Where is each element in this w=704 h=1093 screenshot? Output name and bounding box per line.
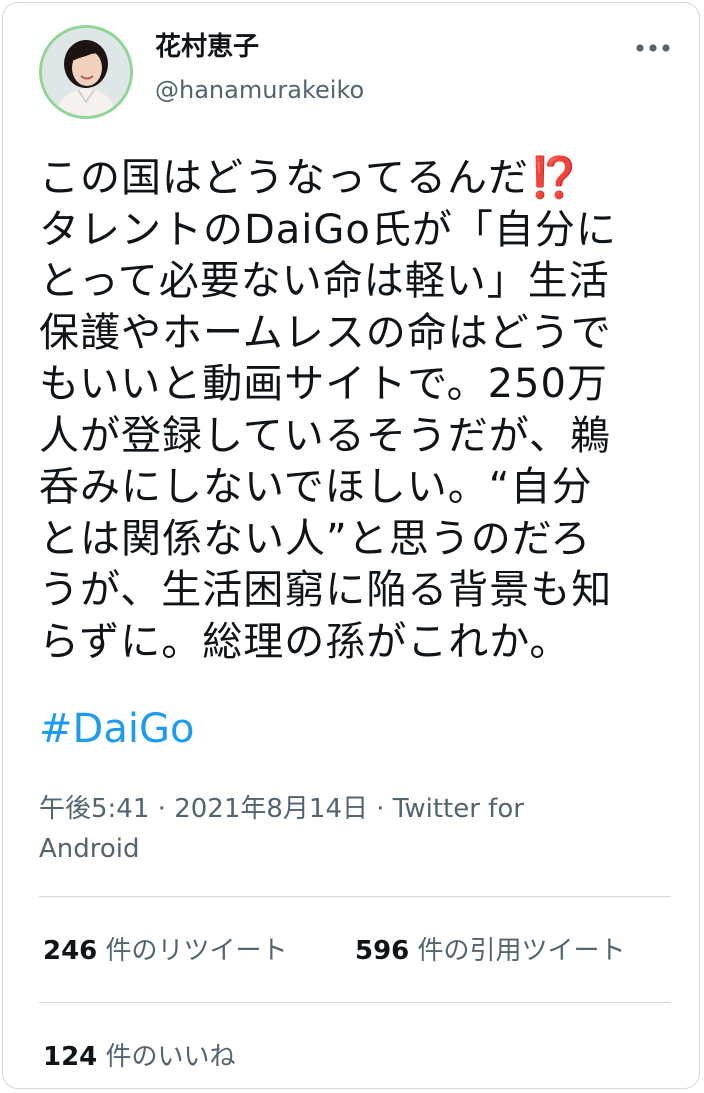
likes-label: 件のいいね: [97, 1042, 236, 1072]
tweet-time[interactable]: 午後5:41: [39, 794, 149, 824]
tweet-date[interactable]: 2021年8月14日: [174, 794, 368, 824]
tweet-line: もいいと動画サイトで。250万: [39, 361, 608, 407]
tweet-line: 呑みにしないでほしい。“自分: [39, 464, 593, 510]
user-handle[interactable]: @hanamurakeiko: [155, 73, 364, 107]
meta-separator: ·: [149, 794, 175, 824]
tweet-line: とは関係ない人”と思うのだろ: [39, 515, 592, 562]
tweet-line: 人が登録しているそうだが、鵜: [39, 412, 611, 459]
quotes-stat[interactable]: 596 件の引用ツイート: [355, 933, 626, 969]
display-name[interactable]: 花村恵子: [155, 29, 259, 65]
retweets-label: 件のリツイート: [97, 936, 288, 966]
tweet-line: 保護やホームレスの命はどうで: [39, 309, 612, 356]
tweet-line: とって必要ない命は軽い」生活: [39, 258, 610, 304]
likes-stat[interactable]: 124 件のいいね: [43, 1039, 236, 1075]
tweet-line: うが、生活困窮に陥る背景も知: [39, 567, 613, 613]
more-options-button[interactable]: [631, 33, 675, 63]
hashtag-link[interactable]: #DaiGo: [39, 703, 194, 755]
retweets-stat[interactable]: 246 件のリツイート: [43, 933, 288, 969]
avatar[interactable]: [39, 25, 133, 119]
divider: [39, 896, 671, 897]
interrobang-emoji: ⁉️: [529, 155, 580, 201]
tweet-card: 花村恵子 @hanamurakeiko この国はどうなってるんだ⁉️ タレントの…: [2, 2, 700, 1089]
quotes-label: 件の引用ツイート: [409, 936, 626, 966]
tweet-line: タレントのDaiGo氏が「自分に: [39, 206, 617, 253]
tweet-text: この国はどうなってるんだ⁉️ タレントのDaiGo氏が「自分に とって必要ない命…: [39, 153, 679, 668]
divider: [39, 1002, 671, 1003]
retweets-count: 246: [43, 936, 98, 966]
quotes-count: 596: [355, 936, 410, 966]
tweet-metadata: 午後5:41 · 2021年8月14日 · Twitter for Androi…: [39, 789, 599, 869]
likes-count: 124: [43, 1042, 98, 1072]
profile-photo: [42, 28, 130, 116]
tweet-line: らずに。総理の孫がこれか。: [39, 618, 571, 665]
more-horizontal-icon: [636, 44, 670, 52]
tweet-line: この国はどうなってるんだ: [39, 155, 529, 201]
meta-separator: ·: [367, 794, 393, 824]
